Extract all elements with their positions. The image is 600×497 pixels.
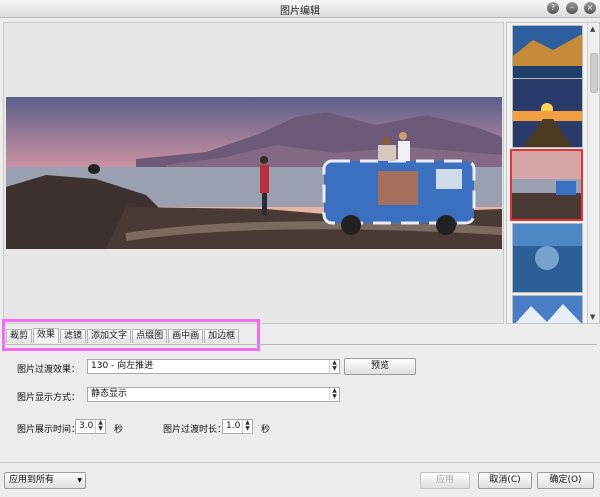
effects-panel: 图片过渡效果： 130 - 向左推进 ▲ ▼ 预览 图片显示方式： 静态显示 ▲ ▼… xyxy=(3,344,597,463)
spinner-arrows-icon[interactable]: ▲ ▼ xyxy=(95,420,105,433)
display-mode-select[interactable]: 静态显示 ▲ ▼ xyxy=(87,387,340,402)
transition-duration-value: 1.0 xyxy=(226,421,241,431)
minimize-icon[interactable]: – xyxy=(566,2,578,14)
display-mode-label: 图片显示方式： xyxy=(17,393,81,403)
ok-button[interactable]: 确定(O) xyxy=(537,472,594,489)
scroll-up-icon[interactable]: ▲ xyxy=(590,25,595,33)
preview-image xyxy=(6,97,502,249)
scroll-thumb[interactable] xyxy=(590,53,598,93)
thumbnail-scrollbar[interactable]: ▲ ▼ xyxy=(587,23,599,323)
footer: 应用到所有 ▼ 应用 取消(C) 确定(O) xyxy=(0,462,600,497)
transition-duration-unit: 秒 xyxy=(261,425,271,435)
chevron-updown-icon: ▲ ▼ xyxy=(329,360,339,373)
apply-to-all-label: 应用到所有 xyxy=(9,475,55,485)
close-icon[interactable]: × xyxy=(584,2,596,14)
apply-to-all-button[interactable]: 应用到所有 ▼ xyxy=(4,472,86,489)
spinner-arrows-icon[interactable]: ▲ ▼ xyxy=(242,420,252,433)
apply-button[interactable]: 应用 xyxy=(420,472,470,489)
tab-add-text[interactable]: 添加文字 xyxy=(87,329,132,343)
chevron-updown-icon: ▲ ▼ xyxy=(329,388,339,401)
tab-filters[interactable]: 滤镜 xyxy=(60,329,87,343)
show-time-label: 图片展示时间： xyxy=(17,425,81,435)
thumbnail-coast-van[interactable] xyxy=(510,149,583,221)
help-icon[interactable]: ? xyxy=(547,2,559,14)
show-time-value: 3.0 xyxy=(79,421,94,431)
transition-effect-select[interactable]: 130 - 向左推进 ▲ ▼ xyxy=(87,359,340,374)
dropdown-arrow-icon: ▼ xyxy=(77,477,82,484)
display-mode-value: 静态显示 xyxy=(91,389,128,399)
tab-picture-in-picture[interactable]: 画中画 xyxy=(168,329,204,343)
tab-bar: 裁剪 效果 滤镜 添加文字 点缀图 画中画 加边框 xyxy=(6,328,240,344)
scroll-down-icon[interactable]: ▼ xyxy=(590,313,595,321)
thumbnail-snowy-mountains[interactable] xyxy=(512,295,583,323)
thumbnail-blue-lake[interactable] xyxy=(512,223,583,293)
tab-effects[interactable]: 效果 xyxy=(33,328,60,343)
preview-area xyxy=(3,22,504,324)
transition-duration-label: 图片过渡时长： xyxy=(163,425,227,435)
tab-decorations[interactable]: 点缀图 xyxy=(132,329,168,343)
window-title: 图片编辑 xyxy=(280,6,320,17)
tab-add-border[interactable]: 加边框 xyxy=(204,329,240,343)
transition-duration-spinner[interactable]: 1.0 ▲ ▼ xyxy=(222,419,253,434)
transition-effect-label: 图片过渡效果： xyxy=(17,365,81,375)
tab-crop[interactable]: 裁剪 xyxy=(6,329,33,343)
transition-effect-value: 130 - 向左推进 xyxy=(91,361,154,371)
cancel-button[interactable]: 取消(C) xyxy=(478,472,532,489)
title-bar: 图片编辑 ? – × xyxy=(0,0,600,18)
preview-button[interactable]: 预览 xyxy=(344,358,416,375)
thumbnail-sunset-pier[interactable] xyxy=(512,78,583,148)
show-time-spinner[interactable]: 3.0 ▲ ▼ xyxy=(75,419,106,434)
show-time-unit: 秒 xyxy=(114,425,124,435)
thumbnail-strip[interactable]: ▲ ▼ xyxy=(506,22,600,324)
